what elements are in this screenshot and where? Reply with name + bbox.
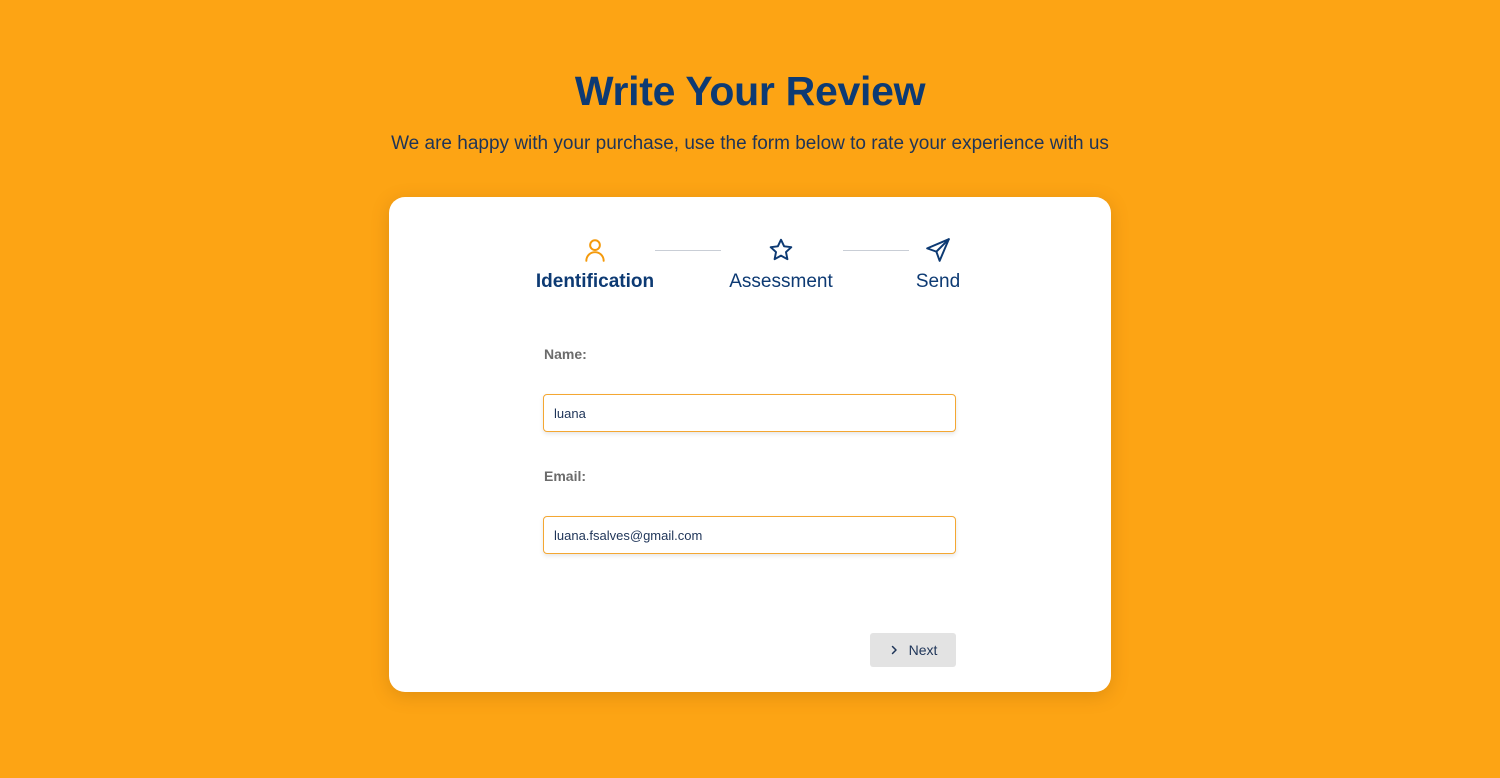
step-label: Assessment — [729, 271, 833, 292]
step-label: Identification — [535, 271, 655, 292]
page-subtitle: We are happy with your purchase, use the… — [391, 133, 1109, 154]
next-button-label: Next — [908, 642, 938, 658]
step-send[interactable]: Send — [899, 237, 977, 293]
email-label: Email: — [544, 468, 587, 484]
page-title: Write Your Review — [574, 68, 926, 114]
user-icon — [585, 239, 605, 262]
step-connector — [655, 250, 721, 251]
chevron-right-icon — [891, 645, 897, 655]
star-icon — [769, 238, 793, 261]
name-label: Name: — [544, 346, 587, 362]
step-identification[interactable]: Identification — [529, 237, 661, 293]
next-button[interactable]: Next — [870, 633, 956, 667]
email-input[interactable] — [543, 516, 956, 554]
name-input[interactable] — [543, 394, 956, 432]
send-icon — [926, 238, 950, 262]
review-form-card: Identification Assessment Send Name: Ema… — [389, 197, 1111, 692]
step-label: Send — [915, 271, 961, 292]
step-assessment[interactable]: Assessment — [721, 237, 841, 293]
